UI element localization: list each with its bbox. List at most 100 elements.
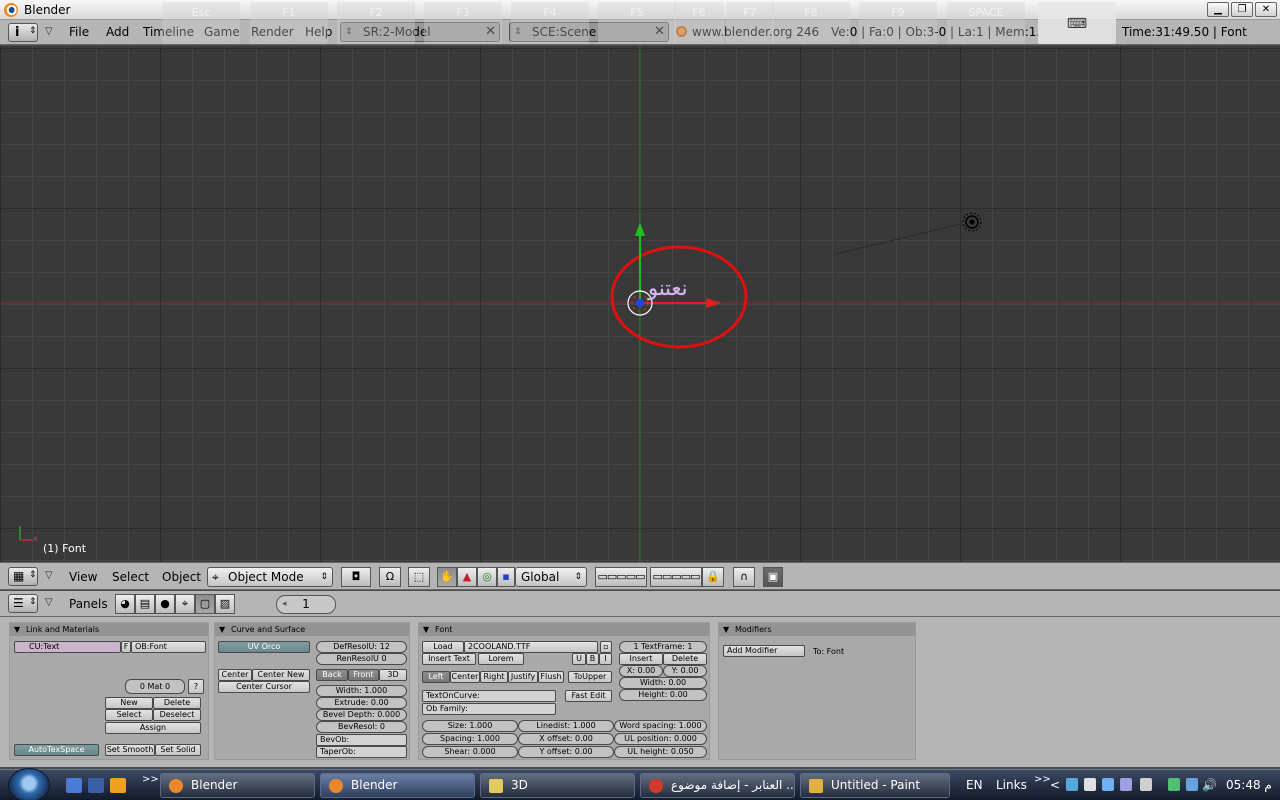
align-right-toggle[interactable]: Right	[480, 671, 508, 683]
align-left-toggle[interactable]: Left	[422, 671, 450, 683]
textframe-field[interactable]: 1 TextFrame: 1	[619, 641, 707, 653]
snap-button[interactable]: ∩	[733, 567, 755, 587]
editor-type-button[interactable]: i ⇕	[8, 23, 38, 42]
taperob-field[interactable]: TaperOb:	[316, 746, 407, 758]
text-object[interactable]: نعتنو	[648, 276, 688, 300]
layer-buttons-b[interactable]: ▭▭▭▭▭	[650, 567, 702, 587]
3d-viewport[interactable]: نعتنو x (1) Font	[0, 46, 1280, 562]
panels-menu[interactable]: Panels	[69, 597, 108, 611]
decrement-arrow-icon[interactable]: ◂	[282, 596, 287, 613]
panel-title[interactable]: Modifiers	[719, 623, 915, 636]
spacing-field[interactable]: Spacing: 1.000	[422, 733, 518, 745]
material-help-button[interactable]: ?	[188, 679, 204, 694]
front-toggle[interactable]: Front	[348, 669, 379, 681]
object-name-field[interactable]: OB:Font	[131, 641, 206, 653]
menu-view[interactable]: View	[69, 570, 97, 584]
ren-resol-field[interactable]: RenResolU 0	[316, 653, 407, 665]
tray-window-icon[interactable]	[1102, 778, 1114, 791]
tray-document-icon[interactable]	[1084, 778, 1096, 791]
minimize-button[interactable]: ▁	[1207, 2, 1229, 17]
links-overflow[interactable]: >>	[1034, 774, 1051, 785]
start-button[interactable]	[8, 768, 50, 800]
ob-family-field[interactable]: Ob Family:	[422, 703, 556, 715]
mode-dropdown[interactable]: ⌖ Object Mode ⇕	[207, 567, 333, 587]
orientation-dropdown[interactable]: Global ⇕	[515, 567, 587, 587]
clock[interactable]: 05:48 م	[1226, 778, 1272, 792]
task-blender-2[interactable]: Blender	[320, 773, 475, 798]
underline-toggle[interactable]: U	[572, 653, 586, 665]
material-delete-button[interactable]: Delete	[153, 697, 201, 709]
language-indicator[interactable]: EN	[966, 778, 983, 792]
insert-text-button[interactable]: Insert Text	[422, 653, 476, 665]
word-spacing-field[interactable]: Word spacing: 1.000	[614, 720, 707, 732]
task-blender-1[interactable]: Blender	[160, 773, 315, 798]
collapse-menu-icon[interactable]: ▽	[45, 26, 53, 37]
align-justify-toggle[interactable]: Justify	[508, 671, 538, 683]
back-toggle[interactable]: Back	[316, 669, 348, 681]
lorem-button[interactable]: Lorem	[478, 653, 524, 665]
task-paint[interactable]: Untitled - Paint	[800, 773, 950, 798]
bold-toggle[interactable]: B	[586, 653, 599, 665]
tray-device-icon[interactable]	[1140, 778, 1152, 791]
menu-render[interactable]: Render	[251, 25, 294, 39]
menu-select[interactable]: Select	[112, 570, 149, 584]
frame-width-field[interactable]: Width: 0.00	[619, 677, 707, 689]
font-load-button[interactable]: Load	[422, 641, 464, 653]
set-solid-button[interactable]: Set Solid	[155, 744, 201, 756]
panel-title[interactable]: Font	[419, 623, 709, 636]
lock-layers-button[interactable]: 🔒	[702, 567, 724, 587]
set-smooth-button[interactable]: Set Smooth	[105, 744, 155, 756]
ul-height-field[interactable]: UL height: 0.050	[614, 746, 707, 758]
textoncurve-field[interactable]: TextOnCurve:	[422, 690, 556, 702]
switch-windows-icon[interactable]	[88, 778, 104, 793]
material-assign-button[interactable]: Assign	[105, 722, 201, 734]
def-resol-field[interactable]: DefResolU: 12	[316, 641, 407, 653]
align-center-toggle[interactable]: Center	[450, 671, 480, 683]
delete-screen-icon[interactable]: ✕	[485, 23, 496, 41]
bevob-field[interactable]: BevOb:	[316, 734, 407, 746]
quicklaunch-overflow[interactable]: >>	[142, 774, 159, 785]
linedist-field[interactable]: Linedist: 1.000	[518, 720, 614, 732]
italic-toggle[interactable]: I	[599, 653, 612, 665]
toupper-button[interactable]: ToUpper	[568, 671, 612, 683]
ul-position-field[interactable]: UL position: 0.000	[614, 733, 707, 745]
links-toolbar[interactable]: Links	[996, 778, 1027, 792]
material-new-button[interactable]: New	[105, 697, 153, 709]
autotexspace-button[interactable]: AutoTexSpace	[14, 744, 99, 756]
align-flush-toggle[interactable]: Flush	[538, 671, 564, 683]
editing-context-button[interactable]: ▢	[195, 594, 215, 614]
material-index-field[interactable]: 0 Mat 0	[125, 679, 185, 694]
volume-icon[interactable]: 🔊	[1202, 778, 1217, 792]
curve-name-field[interactable]: CU:Text	[14, 641, 121, 653]
menu-timeline[interactable]: Timeline	[143, 25, 194, 39]
scene-context-button[interactable]: ▨	[215, 594, 235, 614]
shear-field[interactable]: Shear: 0.000	[422, 746, 518, 758]
bevel-depth-field[interactable]: Bevel Depth: 0.000	[316, 709, 407, 721]
x-offset-field[interactable]: X offset: 0.00	[518, 733, 614, 745]
script-context-button[interactable]: ▤	[135, 594, 155, 614]
scale-manipulator[interactable]: ▪	[497, 567, 515, 587]
center-cursor-button[interactable]: Center Cursor	[218, 681, 310, 693]
collapse-menu-icon[interactable]: ▽	[45, 597, 53, 608]
material-deselect-button[interactable]: Deselect	[153, 709, 201, 721]
center-button[interactable]: Center	[218, 669, 252, 681]
frame-number-field[interactable]: ◂ 1	[276, 595, 336, 614]
menu-add[interactable]: Add	[106, 25, 129, 39]
extrude-field[interactable]: Extrude: 0.00	[316, 697, 407, 709]
frame-y-field[interactable]: Y: 0.00	[663, 665, 707, 677]
network-status-icon[interactable]	[1186, 778, 1198, 791]
panel-title[interactable]: Link and Materials	[10, 623, 208, 636]
bev-resol-field[interactable]: BevResol: 0	[316, 721, 407, 733]
menu-file[interactable]: File	[69, 25, 89, 39]
rotate-manipulator[interactable]: ◎	[477, 567, 497, 587]
buttons-editor-type-button[interactable]: ☰ ⇕	[8, 594, 38, 613]
width-field[interactable]: Width: 1.000	[316, 685, 407, 697]
menu-game[interactable]: Game	[204, 25, 240, 39]
media-player-icon[interactable]	[110, 778, 126, 793]
object-context-button[interactable]: ⌖	[175, 594, 195, 614]
font-file-dropdown[interactable]: 2COOLAND.TTF	[464, 641, 598, 653]
fake-user-button[interactable]: F	[121, 641, 131, 653]
battery-icon[interactable]	[1168, 778, 1180, 791]
task-3d-folder[interactable]: 3D	[480, 773, 635, 798]
uv-orco-button[interactable]: UV Orco	[218, 641, 310, 653]
